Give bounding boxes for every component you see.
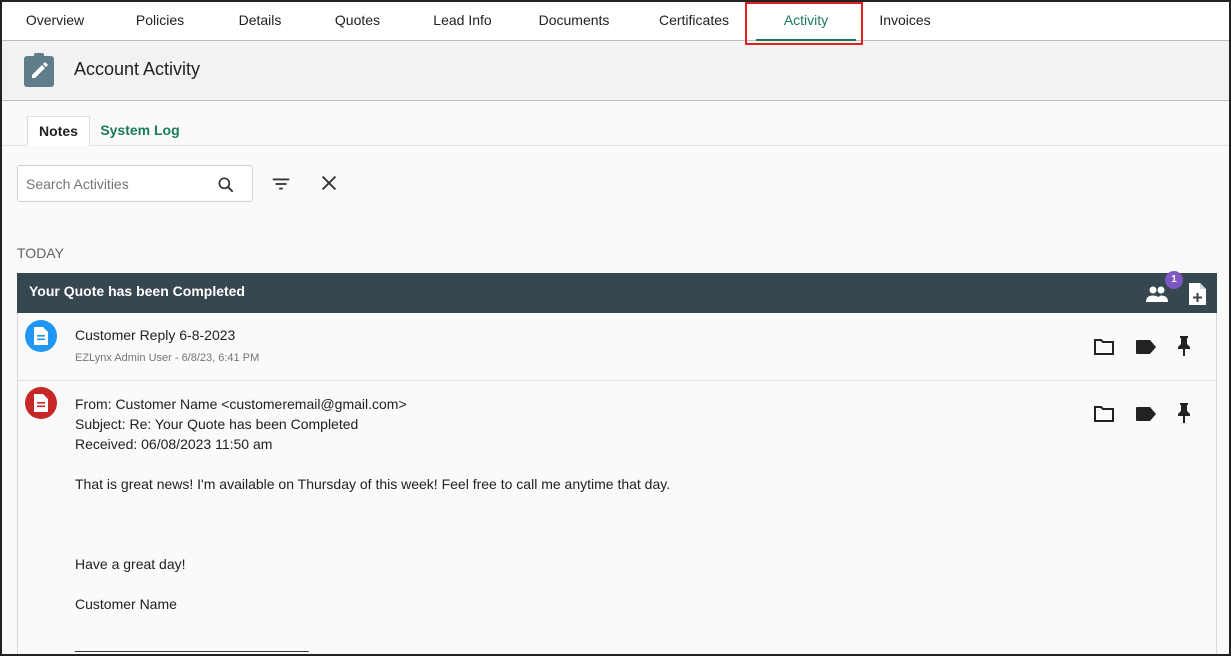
tag-icon[interactable] bbox=[1135, 339, 1157, 355]
tab-lead-info[interactable]: Lead Info bbox=[415, 2, 510, 41]
email-from: From: Customer Name <customeremail@gmail… bbox=[75, 396, 407, 412]
email-avatar bbox=[25, 387, 57, 419]
people-icon[interactable] bbox=[1145, 283, 1169, 305]
email-signature: Customer Name bbox=[75, 596, 177, 612]
document-icon bbox=[34, 394, 48, 412]
entry-title[interactable]: Customer Reply 6-8-2023 bbox=[75, 327, 235, 343]
entry-meta: EZLynx Admin User - 6/8/23, 6:41 PM bbox=[75, 352, 260, 364]
entry-actions bbox=[1093, 335, 1193, 359]
page-header: Account Activity bbox=[2, 41, 1229, 101]
top-nav: Overview Policies Details Quotes Lead In… bbox=[2, 2, 1229, 41]
activity-card-body: Customer Reply 6-8-2023 EZLynx Admin Use… bbox=[17, 313, 1217, 656]
tab-system-log[interactable]: System Log bbox=[98, 116, 182, 146]
email-received: Received: 06/08/2023 11:50 am bbox=[75, 436, 273, 452]
pin-icon[interactable] bbox=[1175, 335, 1193, 357]
add-document-icon[interactable] bbox=[1187, 282, 1207, 306]
pin-icon[interactable] bbox=[1175, 402, 1193, 424]
email-body: That is great news! I'm available on Thu… bbox=[75, 476, 671, 492]
tab-overview[interactable]: Overview bbox=[6, 2, 104, 41]
email-closing: Have a great day! bbox=[75, 556, 186, 572]
document-icon bbox=[34, 327, 48, 345]
participant-count-badge: 1 bbox=[1165, 271, 1183, 289]
tab-details[interactable]: Details bbox=[220, 2, 300, 41]
activity-card-header: Your Quote has been Completed 1 bbox=[17, 271, 1217, 313]
tag-icon[interactable] bbox=[1135, 406, 1157, 422]
search-input[interactable] bbox=[26, 174, 206, 194]
activity-title: Your Quote has been Completed bbox=[29, 283, 245, 299]
search-icon[interactable] bbox=[216, 175, 236, 195]
note-avatar bbox=[25, 320, 57, 352]
sub-tabs: Notes System Log bbox=[2, 101, 1229, 146]
section-label-today: TODAY bbox=[17, 245, 64, 261]
email-subject: Subject: Re: Your Quote has been Complet… bbox=[75, 416, 359, 432]
tab-activity[interactable]: Activity bbox=[756, 2, 856, 41]
close-icon[interactable] bbox=[318, 172, 340, 194]
tab-documents[interactable]: Documents bbox=[528, 2, 620, 41]
entry-actions bbox=[1093, 402, 1193, 426]
list-item: Customer Reply 6-8-2023 EZLynx Admin Use… bbox=[18, 313, 1216, 381]
email-rule: ______________________________ bbox=[75, 636, 309, 652]
filter-icon[interactable] bbox=[270, 173, 292, 195]
page-title: Account Activity bbox=[74, 59, 201, 79]
email-content: From: Customer Name <customeremail@gmail… bbox=[75, 394, 1075, 654]
tab-policies[interactable]: Policies bbox=[120, 2, 200, 41]
tab-notes[interactable]: Notes bbox=[27, 116, 90, 146]
search-box bbox=[17, 165, 253, 202]
tab-certificates[interactable]: Certificates bbox=[644, 2, 744, 41]
folder-icon[interactable] bbox=[1093, 337, 1115, 357]
clipboard-edit-icon bbox=[24, 53, 54, 87]
tab-quotes[interactable]: Quotes bbox=[320, 2, 395, 41]
folder-icon[interactable] bbox=[1093, 404, 1115, 424]
tab-invoices[interactable]: Invoices bbox=[868, 2, 942, 41]
